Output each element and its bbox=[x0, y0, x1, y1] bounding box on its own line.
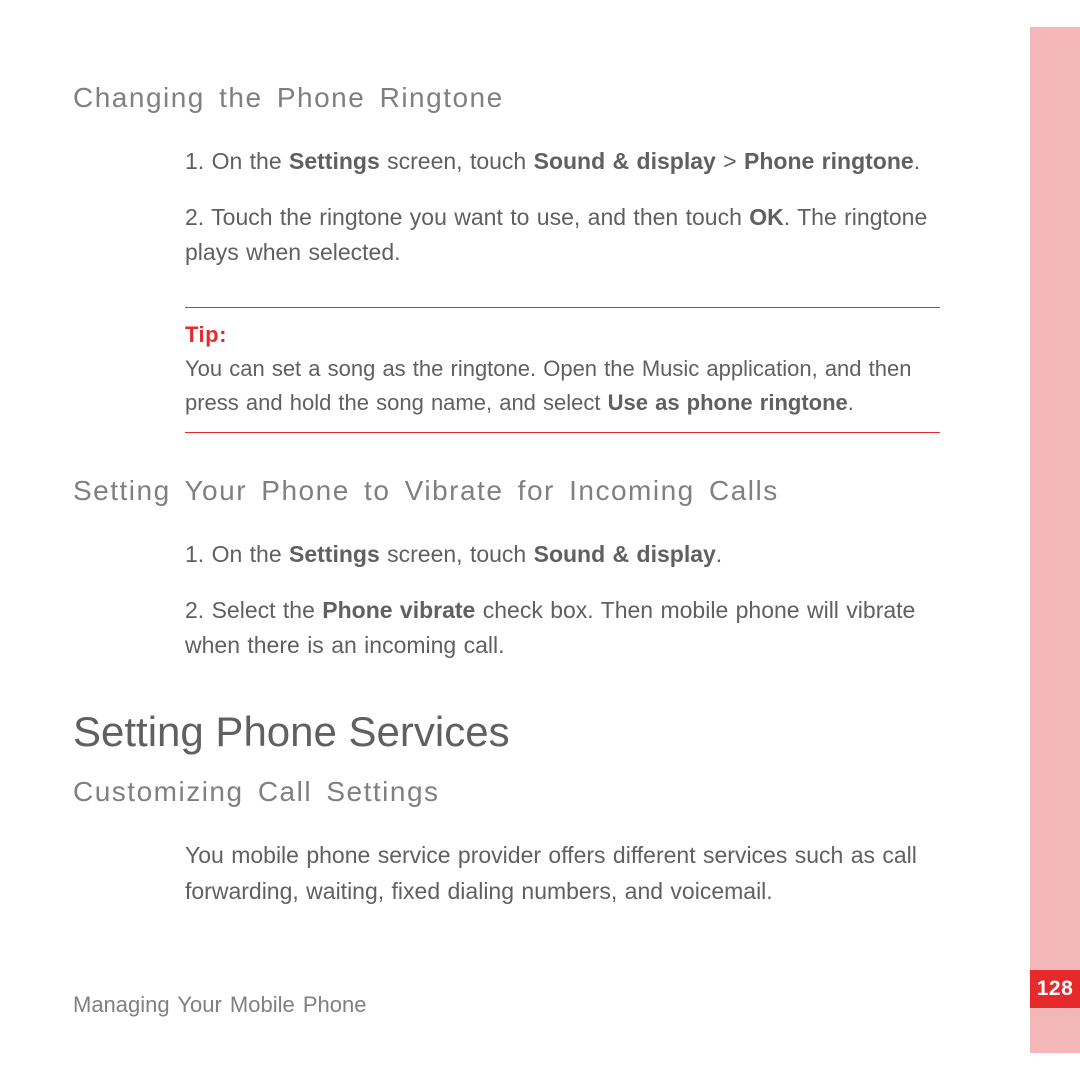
bold: Phone vibrate bbox=[322, 597, 475, 623]
bold: Phone ringtone bbox=[744, 148, 914, 174]
tip-label: Tip: bbox=[185, 322, 940, 348]
bold: Settings bbox=[289, 541, 380, 567]
tip-text: You can set a song as the ringtone. Open… bbox=[185, 352, 940, 420]
bold: OK bbox=[749, 204, 784, 230]
text: . bbox=[914, 148, 920, 174]
step-item: 1. On the Settings screen, touch Sound &… bbox=[185, 144, 940, 180]
footer-section-title: Managing Your Mobile Phone bbox=[73, 992, 366, 1018]
page-number: 128 bbox=[1030, 970, 1080, 1008]
bold: Settings bbox=[289, 148, 380, 174]
steps-vibrate: 1. On the Settings screen, touch Sound &… bbox=[185, 537, 940, 664]
text: > bbox=[716, 148, 744, 174]
text: screen, touch bbox=[380, 148, 534, 174]
text: 1. On the bbox=[185, 541, 289, 567]
text: . bbox=[848, 390, 854, 415]
text: 2. Select the bbox=[185, 597, 322, 623]
heading-call-settings: Customizing Call Settings bbox=[73, 776, 940, 808]
text: screen, touch bbox=[380, 541, 534, 567]
step-item: 2. Select the Phone vibrate check box. T… bbox=[185, 593, 940, 664]
bold: Sound & display bbox=[534, 148, 716, 174]
text: 2. Touch the ringtone you want to use, a… bbox=[185, 204, 749, 230]
tip-box: Tip: You can set a song as the ringtone.… bbox=[185, 307, 940, 433]
heading-changing-ringtone: Changing the Phone Ringtone bbox=[73, 82, 940, 114]
title-phone-services: Setting Phone Services bbox=[73, 708, 940, 756]
paragraph-call-settings: You mobile phone service provider offers… bbox=[185, 838, 940, 909]
page-content: Changing the Phone Ringtone 1. On the Se… bbox=[0, 0, 1030, 909]
steps-changing-ringtone: 1. On the Settings screen, touch Sound &… bbox=[185, 144, 940, 271]
heading-vibrate: Setting Your Phone to Vibrate for Incomi… bbox=[73, 475, 940, 507]
side-accent-bar bbox=[1030, 27, 1080, 1053]
bold: Use as phone ringtone bbox=[608, 390, 848, 415]
step-item: 2. Touch the ringtone you want to use, a… bbox=[185, 200, 940, 271]
bold: Sound & display bbox=[534, 541, 716, 567]
step-item: 1. On the Settings screen, touch Sound &… bbox=[185, 537, 940, 573]
text: 1. On the bbox=[185, 148, 289, 174]
text: . bbox=[716, 541, 722, 567]
